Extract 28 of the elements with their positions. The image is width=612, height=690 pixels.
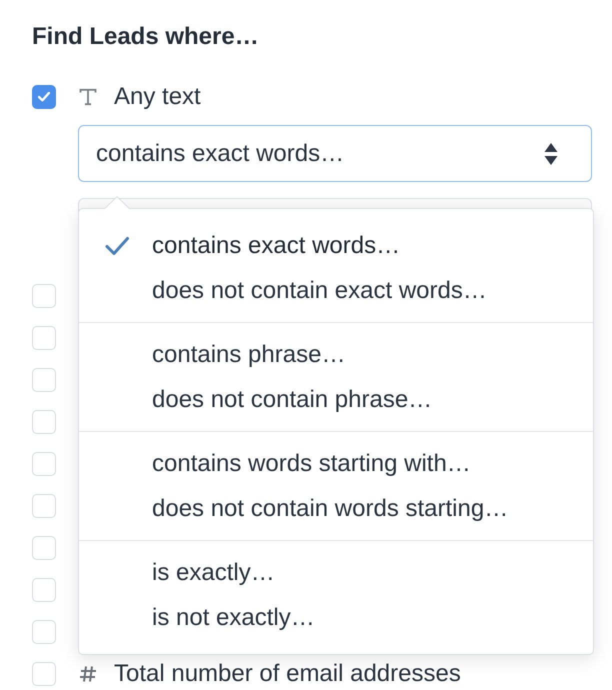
checkbox[interactable]	[32, 494, 56, 518]
menu-item[interactable]: contains phrase…	[79, 332, 593, 377]
checkbox[interactable]	[32, 326, 56, 350]
checkbox[interactable]	[32, 85, 56, 109]
checkbox[interactable]	[32, 578, 56, 602]
criterion-label: Total number of email addresses	[114, 660, 461, 688]
menu-item[interactable]: contains exact words…	[79, 223, 593, 268]
checkbox[interactable]	[32, 284, 56, 308]
menu-item[interactable]: does not contain phrase…	[79, 377, 593, 422]
checkbox[interactable]	[32, 536, 56, 560]
checkbox[interactable]	[32, 410, 56, 434]
section-heading: Find Leads where…	[32, 23, 259, 51]
operator-select[interactable]: contains exact words…	[78, 125, 592, 182]
checkmark-icon	[105, 236, 129, 256]
hash-icon	[78, 664, 98, 684]
checkmark-icon	[38, 92, 50, 102]
menu-item[interactable]: does not contain exact words…	[79, 268, 593, 313]
menu-item[interactable]: is not exactly…	[79, 595, 593, 640]
menu-item[interactable]: is exactly…	[79, 550, 593, 595]
text-type-icon	[78, 87, 98, 107]
up-down-chevron-icon	[544, 142, 558, 166]
menu-item[interactable]: does not contain words starting…	[79, 486, 593, 531]
checkbox[interactable]	[32, 368, 56, 392]
checkbox[interactable]	[32, 452, 56, 476]
checkbox[interactable]	[32, 662, 56, 686]
checkbox[interactable]	[32, 620, 56, 644]
criterion-label: Any text	[114, 83, 201, 111]
menu-item[interactable]: contains words starting with…	[79, 441, 593, 486]
